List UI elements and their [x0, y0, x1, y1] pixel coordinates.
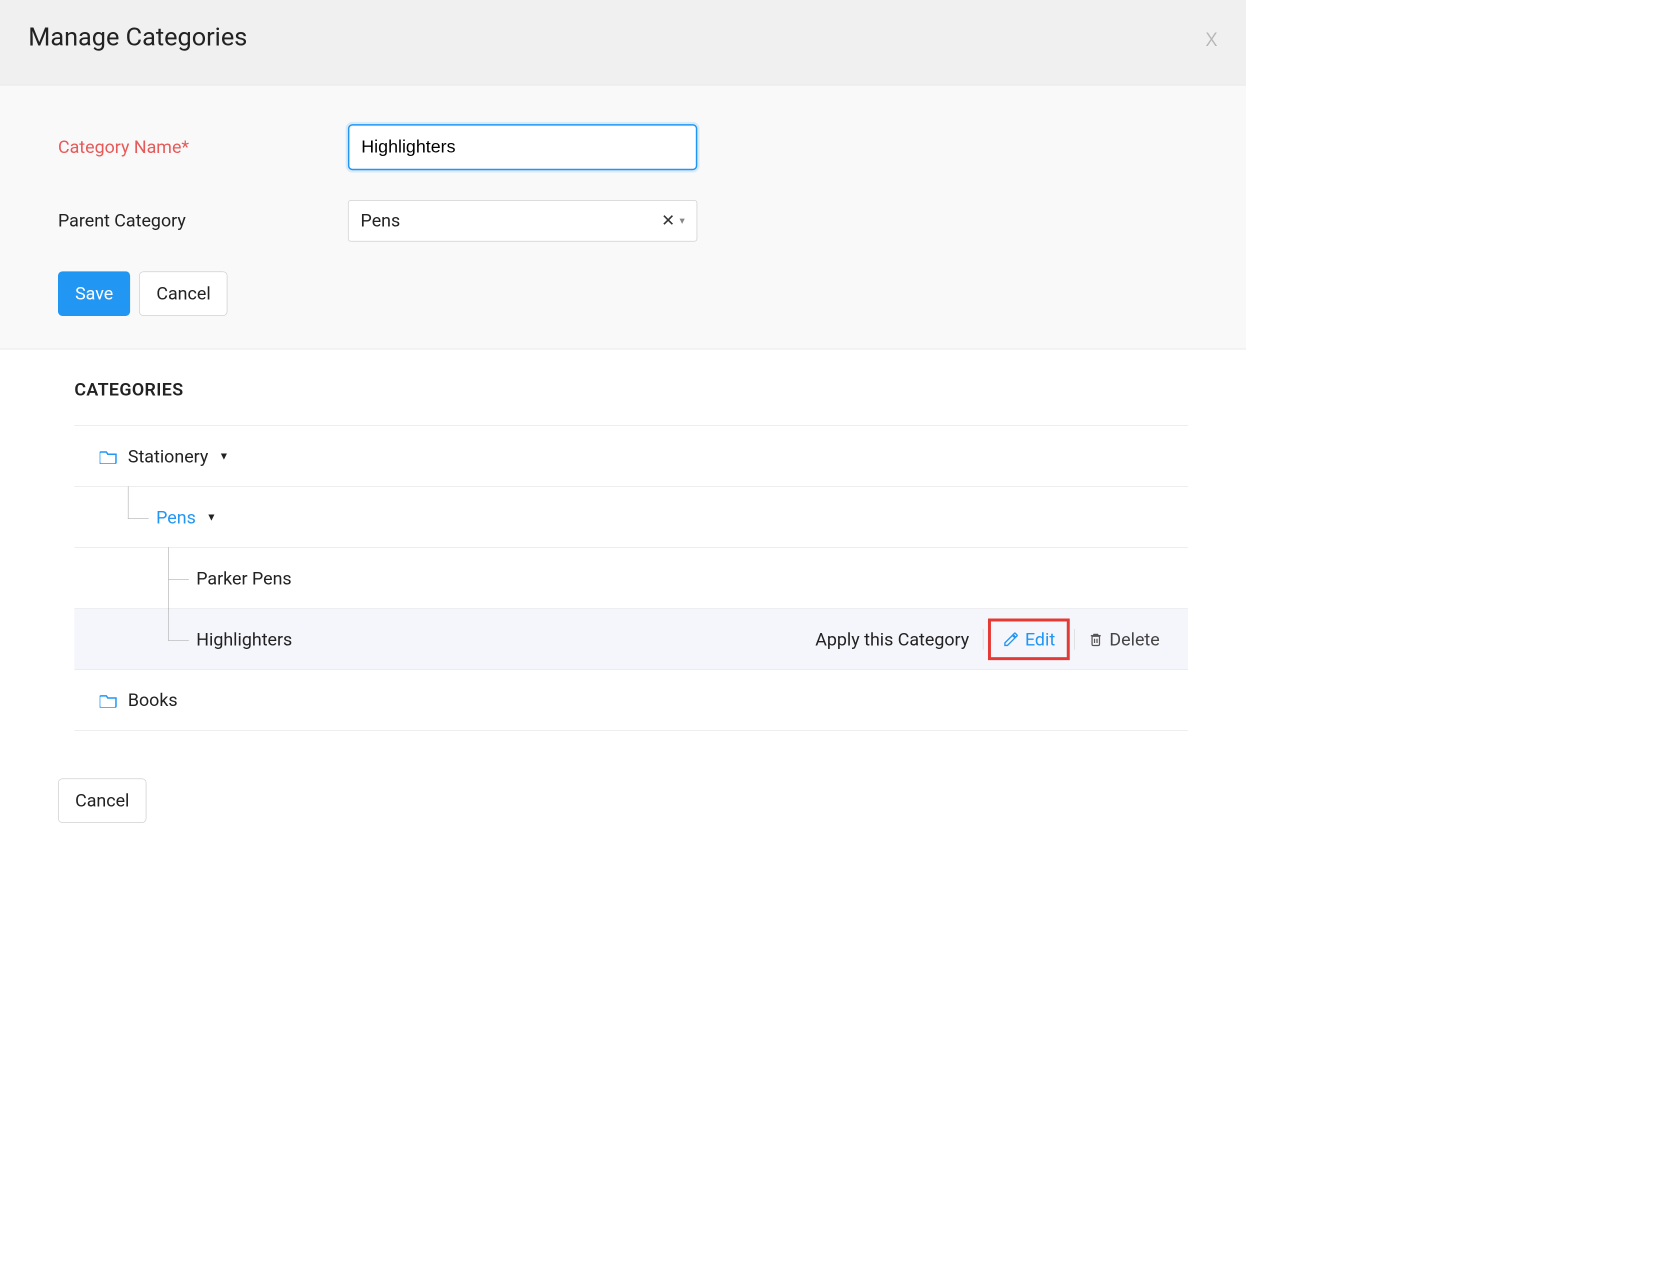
- category-form: Category Name* Parent Category Pens ✕ ▾ …: [0, 85, 1246, 349]
- categories-section: CATEGORIES Stationery ▼ Pens ▼ Parker Pe…: [0, 349, 1246, 760]
- dialog-header: Manage Categories x: [0, 0, 1246, 85]
- dialog-title: Manage Categories: [28, 22, 247, 52]
- pencil-icon: [1003, 631, 1019, 647]
- close-icon[interactable]: x: [1205, 25, 1217, 50]
- trash-icon: [1089, 631, 1104, 647]
- folder-open-icon: [100, 449, 118, 464]
- chevron-down-icon: ▾: [679, 215, 684, 227]
- clear-icon[interactable]: ✕: [661, 211, 675, 230]
- tree-node-parker-pens[interactable]: Parker Pens: [74, 548, 1188, 609]
- manage-categories-dialog: Manage Categories x Category Name* Paren…: [0, 0, 1246, 868]
- tree-connector: [128, 487, 156, 548]
- apply-category-button[interactable]: Apply this Category: [802, 629, 983, 650]
- caret-down-icon[interactable]: ▼: [219, 450, 229, 463]
- tree-label: Books: [128, 690, 178, 711]
- category-name-input[interactable]: [348, 124, 697, 170]
- footer-cancel-button[interactable]: Cancel: [58, 778, 147, 823]
- tree-label: Pens: [156, 507, 196, 528]
- delete-button[interactable]: Delete: [1074, 629, 1173, 650]
- edit-button[interactable]: Edit: [988, 618, 1070, 660]
- row-actions: Apply this Category Edit Delete: [802, 618, 1188, 660]
- folder-open-icon: [100, 692, 118, 707]
- form-cancel-button[interactable]: Cancel: [139, 271, 228, 316]
- tree-node-stationery[interactable]: Stationery ▼: [74, 426, 1188, 487]
- tree-node-books[interactable]: Books: [74, 670, 1188, 731]
- tree-connector: [168, 608, 196, 669]
- tree-node-highlighters[interactable]: Highlighters Apply this Category Edit: [74, 609, 1188, 670]
- tree-label: Parker Pens: [196, 568, 291, 589]
- dialog-footer: Cancel: [0, 760, 1246, 867]
- tree-node-pens[interactable]: Pens ▼: [74, 487, 1188, 548]
- category-name-label: Category Name*: [58, 137, 348, 158]
- tree-label: Stationery: [128, 446, 208, 467]
- save-button[interactable]: Save: [58, 271, 130, 316]
- parent-category-label: Parent Category: [58, 210, 348, 231]
- parent-category-value: Pens: [361, 210, 401, 231]
- categories-heading: CATEGORIES: [74, 379, 1188, 400]
- tree-label: Highlighters: [196, 629, 292, 650]
- tree-connector: [168, 548, 196, 609]
- caret-down-icon[interactable]: ▼: [206, 511, 216, 524]
- category-tree: Stationery ▼ Pens ▼ Parker Pens Highligh…: [74, 425, 1188, 731]
- parent-category-select[interactable]: Pens ✕ ▾: [348, 200, 697, 242]
